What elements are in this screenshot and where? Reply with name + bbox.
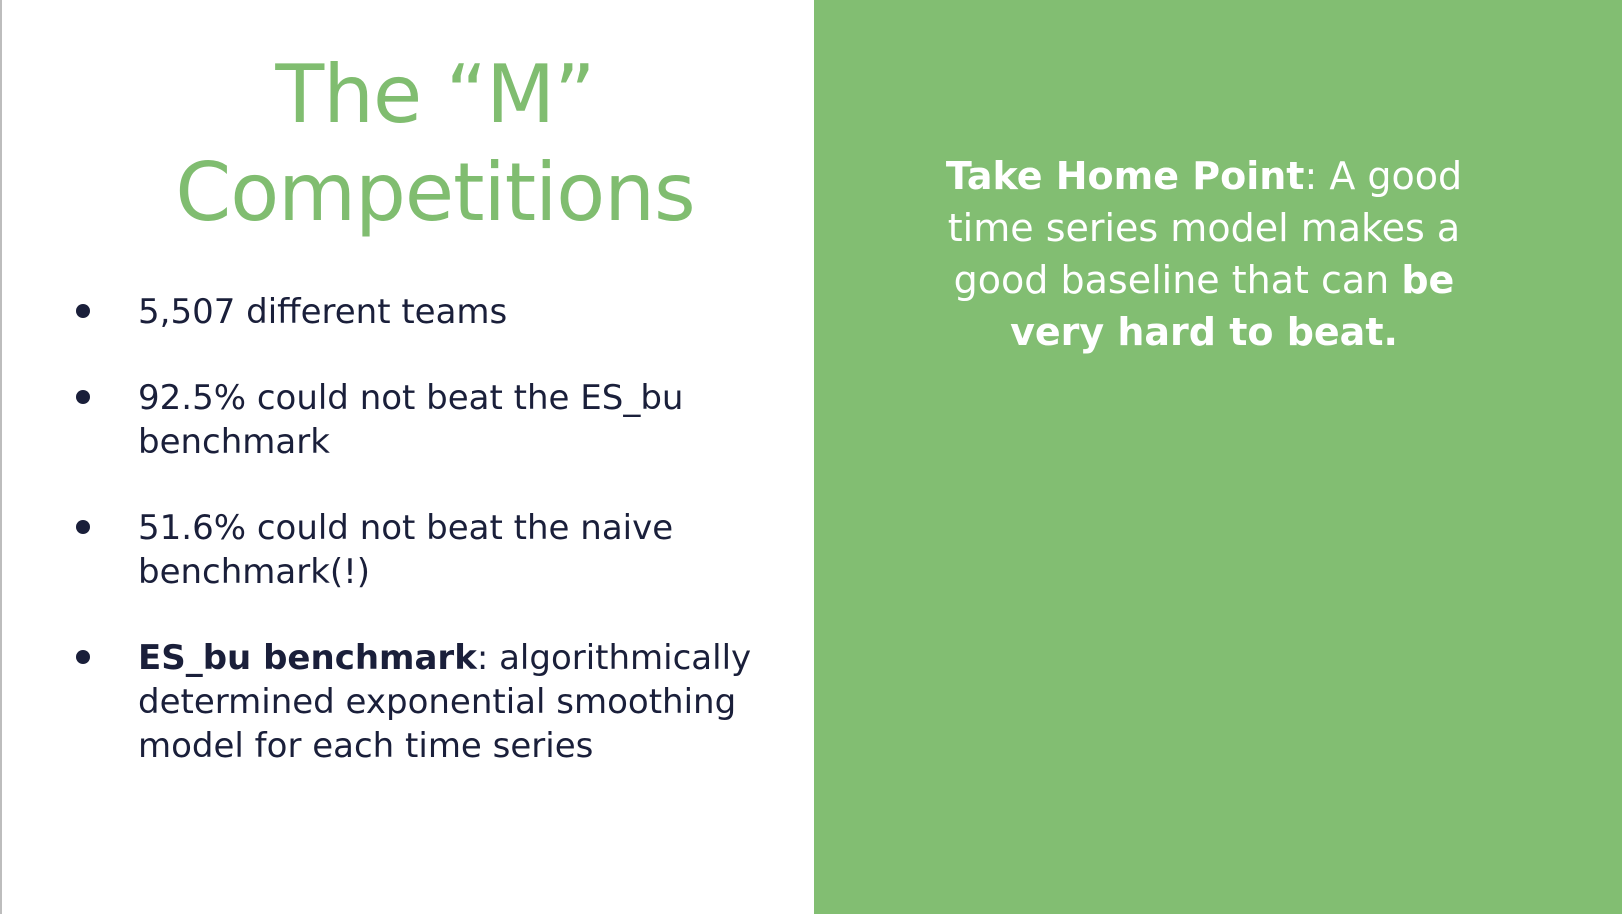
bullet-dot-icon <box>76 390 90 404</box>
bullet-item: 92.5% could not beat the ES_bu benchmark <box>76 376 776 464</box>
bullet-dot-icon <box>76 650 90 664</box>
bullet-text: 92.5% could not beat the ES_bu benchmark <box>138 378 684 462</box>
takehome-panel: Take Home Point: A good time series mode… <box>814 0 1622 914</box>
bullet-item: ES_bu benchmark: algorithmically determi… <box>76 636 776 768</box>
takehome-label: Take Home Point <box>945 154 1305 198</box>
bullet-item: 51.6% could not beat the naive benchmark… <box>76 506 776 594</box>
takehome-separator: : <box>1304 154 1330 198</box>
bullet-bold-term: ES_bu benchmark <box>138 638 477 678</box>
slide: The “M” Competitions 5,507 different tea… <box>0 0 1622 914</box>
title-line-2: Competitions <box>175 146 695 239</box>
bullet-text: 51.6% could not beat the naive benchmark… <box>138 508 674 592</box>
slide-title: The “M” Competitions <box>110 46 760 242</box>
takehome-text: Take Home Point: A good time series mode… <box>904 150 1504 358</box>
bullet-list: 5,507 different teams 92.5% could not be… <box>76 290 776 810</box>
title-line-1: The “M” <box>275 48 595 141</box>
bullet-dot-icon <box>76 520 90 534</box>
bullet-text: 5,507 different teams <box>138 292 508 332</box>
bullet-item: 5,507 different teams <box>76 290 776 334</box>
bullet-dot-icon <box>76 304 90 318</box>
slide-left-border <box>0 0 2 914</box>
